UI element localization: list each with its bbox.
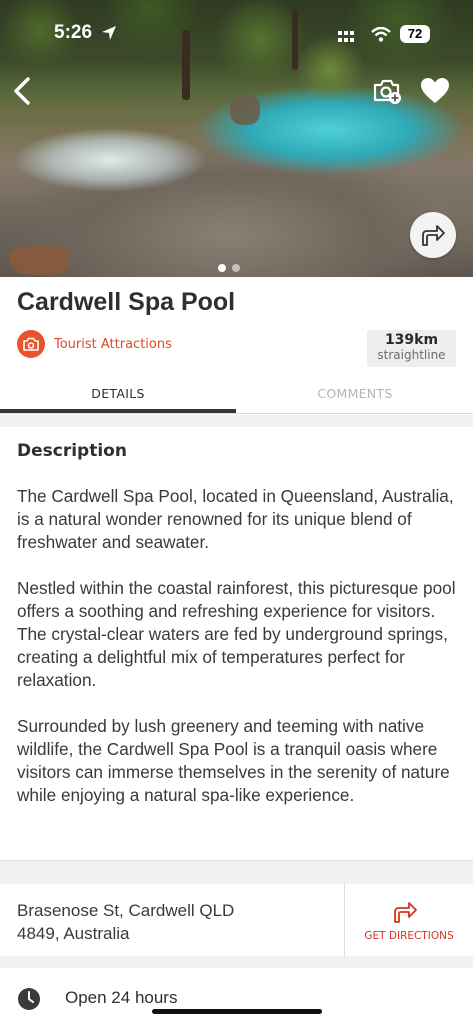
- description-paragraph: Nestled within the coastal rainforest, t…: [17, 578, 456, 690]
- pagination-dot[interactable]: [218, 264, 226, 272]
- home-indicator[interactable]: [152, 1009, 322, 1014]
- section-divider: [0, 956, 473, 968]
- share-arrow-icon: [422, 225, 445, 246]
- add-photo-icon: [373, 79, 401, 104]
- category-label[interactable]: Tourist Attractions: [54, 337, 172, 352]
- clock-icon: [17, 987, 41, 1011]
- rock: [10, 245, 70, 275]
- battery-indicator: 72: [400, 25, 430, 43]
- gallery-pagination[interactable]: [218, 264, 240, 272]
- wifi-icon: [371, 26, 391, 46]
- status-time: 5:26: [54, 22, 93, 43]
- heart-icon: [421, 78, 449, 103]
- rock: [230, 95, 260, 125]
- get-directions-button[interactable]: [392, 900, 418, 928]
- section-divider: [0, 860, 473, 884]
- pagination-dot[interactable]: [232, 264, 240, 272]
- distance-badge: 139km straightline: [367, 330, 456, 367]
- description-paragraph: Surrounded by lush greenery and teeming …: [17, 716, 450, 805]
- camera-icon: [23, 337, 39, 351]
- share-button[interactable]: [410, 212, 456, 258]
- back-arrow-icon: [14, 77, 30, 105]
- status-bar: 5:26 72: [0, 22, 473, 48]
- address-line: Brasenose St, Cardwell QLD: [17, 901, 235, 920]
- section-divider: [0, 415, 473, 427]
- get-directions-label[interactable]: GET DIRECTIONS: [345, 930, 473, 942]
- opening-hours: Open 24 hours: [65, 988, 178, 1007]
- description-paragraph: The Cardwell Spa Pool, located in Queens…: [17, 486, 454, 552]
- category-badge: [17, 330, 45, 358]
- distance-value: 139km: [384, 332, 439, 348]
- hero-photo[interactable]: 5:26 72: [0, 0, 473, 277]
- distance-label: straightline: [377, 348, 446, 362]
- signal-icon: [338, 28, 356, 47]
- tab-details[interactable]: DETAILS: [0, 386, 236, 401]
- add-photo-button[interactable]: [372, 76, 402, 106]
- page-title: Cardwell Spa Pool: [17, 288, 236, 316]
- divider: [344, 884, 345, 956]
- favorite-button[interactable]: [420, 77, 450, 105]
- address[interactable]: Brasenose St, Cardwell QLD 4849, Austral…: [17, 899, 317, 945]
- tab-comments[interactable]: COMMENTS: [237, 386, 473, 401]
- description-heading: Description: [17, 441, 127, 461]
- back-button[interactable]: [8, 76, 38, 106]
- address-line: 4849, Australia: [17, 924, 130, 943]
- directions-arrow-icon: [394, 902, 417, 923]
- tab-bar: DETAILS COMMENTS: [0, 376, 473, 414]
- active-tab-indicator: [0, 409, 236, 413]
- location-arrow-icon: [101, 25, 117, 45]
- foliage: [0, 0, 473, 100]
